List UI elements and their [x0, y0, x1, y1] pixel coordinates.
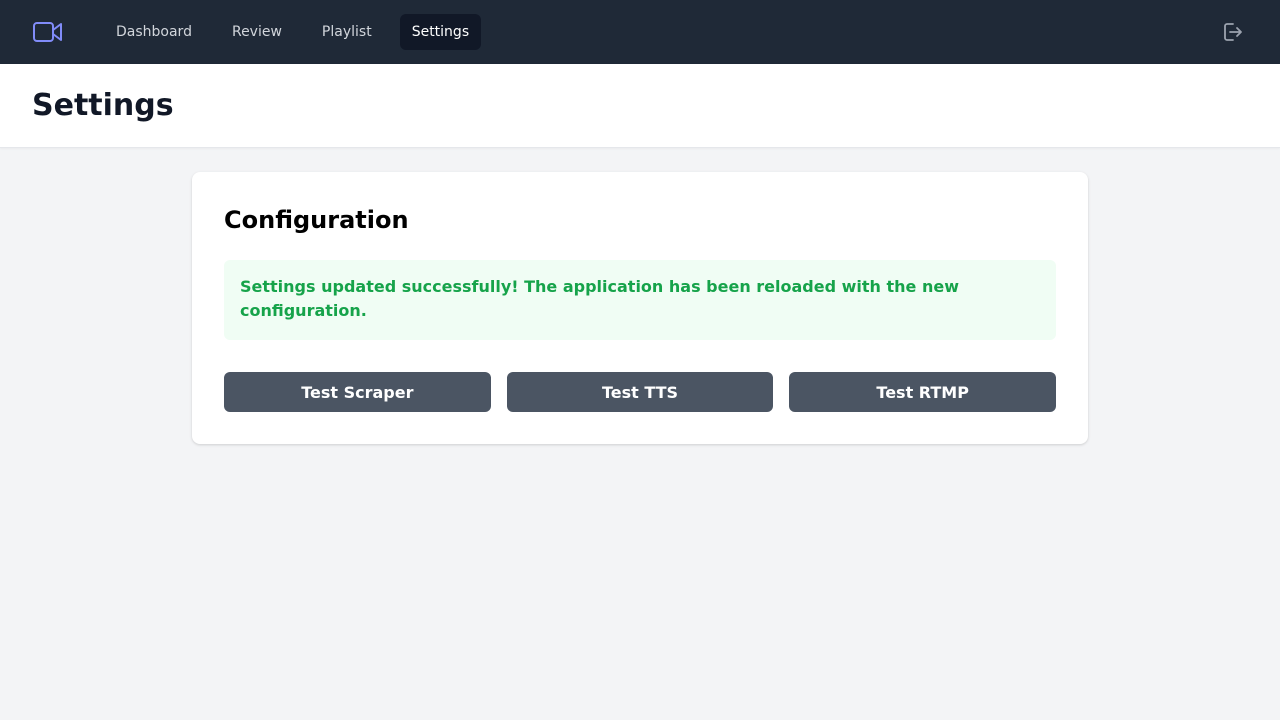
- video-camera-icon[interactable]: [32, 20, 64, 44]
- page-header: Settings: [0, 64, 1280, 148]
- configuration-card: Configuration Settings updated successfu…: [192, 172, 1088, 444]
- success-alert: Settings updated successfully! The appli…: [224, 260, 1056, 340]
- success-alert-text: Settings updated successfully! The appli…: [240, 277, 959, 320]
- test-rtmp-button[interactable]: Test RTMP: [789, 372, 1057, 412]
- top-navbar: Dashboard Review Playlist Settings: [0, 0, 1280, 64]
- nav-item-playlist[interactable]: Playlist: [310, 14, 384, 50]
- test-tts-button[interactable]: Test TTS: [506, 372, 774, 412]
- nav-item-review[interactable]: Review: [220, 14, 294, 50]
- logout-icon[interactable]: [1220, 20, 1244, 44]
- test-buttons: Test Scraper Test TTS Test RTMP: [224, 372, 1057, 412]
- page-title: Settings: [32, 88, 174, 123]
- card-title: Configuration: [224, 206, 409, 234]
- nav-item-dashboard[interactable]: Dashboard: [104, 14, 204, 50]
- test-scraper-button[interactable]: Test Scraper: [224, 372, 491, 412]
- main-nav: Dashboard Review Playlist Settings: [104, 14, 497, 50]
- nav-item-settings[interactable]: Settings: [399, 14, 482, 50]
